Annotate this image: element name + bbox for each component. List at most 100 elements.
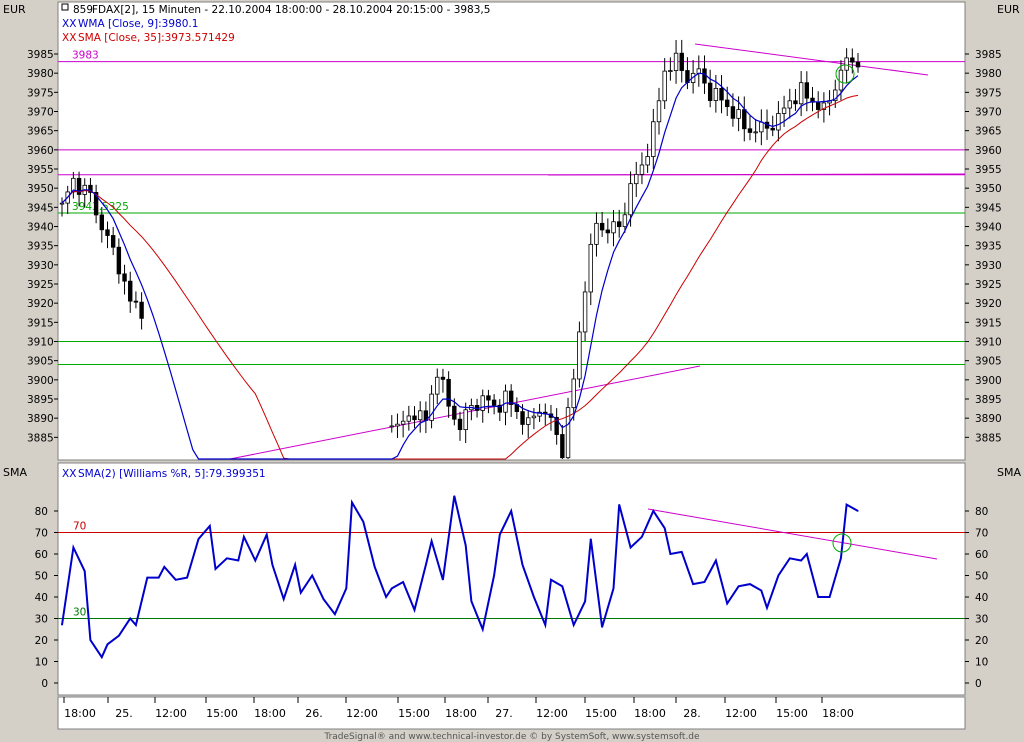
time-tick-label: 12:00 [155, 707, 187, 720]
candle-body [651, 121, 656, 157]
osc-point [692, 583, 694, 585]
osc-point [846, 503, 848, 506]
time-tick-label: 15:00 [206, 707, 238, 720]
legend-wma-marker: XX [62, 18, 76, 30]
candle-body [844, 57, 849, 71]
candle-body [412, 415, 417, 421]
osc-tick-label-right: 10 [975, 657, 988, 669]
osc-point [550, 579, 552, 581]
osc-tick-label-right: 40 [975, 592, 988, 604]
candle-body [571, 378, 576, 409]
candle-body [719, 87, 724, 101]
osc-point [146, 577, 148, 579]
candle-body [639, 164, 645, 175]
candle-body [429, 393, 434, 421]
candle-body [417, 410, 423, 421]
legend-wma-label: WMA [Close, 9]:3980.1 [78, 18, 198, 30]
osc-point [322, 598, 325, 600]
price-tick-label-left: 3980 [27, 68, 54, 80]
price-level-label: 3983 [72, 50, 99, 62]
price-tick-label-left: 3955 [27, 164, 54, 176]
time-tick-label: 12:00 [725, 707, 757, 720]
price-tick-label-right: 3910 [975, 337, 1002, 349]
price-tick-label-left: 3945 [27, 202, 54, 214]
candle-body [395, 423, 400, 427]
osc-point [669, 553, 671, 555]
candle-body [110, 235, 116, 248]
osc-point [521, 564, 524, 566]
osc-point [362, 521, 364, 523]
time-tick-label: 15:00 [398, 707, 430, 720]
price-axis-left: 3885 3890 3895 3900 3905 3910 3915 3920 3925 3930… [27, 49, 58, 444]
price-tick-label-left: 3920 [27, 298, 54, 310]
currency-label-right: EUR [997, 3, 1020, 16]
price-tick-label-right: 3940 [975, 222, 1002, 234]
osc-point [283, 598, 285, 600]
candle-body [400, 420, 406, 425]
price-tick-label-right: 3965 [975, 126, 1002, 138]
osc-point [465, 544, 467, 547]
osc-point [254, 559, 256, 562]
osc-point [197, 538, 200, 540]
candle-body [133, 300, 139, 303]
time-tick-label: 26. [305, 707, 323, 720]
candle-body [99, 214, 104, 231]
osc-point [544, 624, 546, 626]
price-tick-label-left: 3960 [27, 145, 54, 157]
osc-point [374, 566, 376, 568]
price-tick-label-right: 3930 [975, 260, 1002, 272]
osc-tick-label-left: 60 [35, 549, 48, 561]
price-tick-label-right: 3935 [975, 241, 1002, 253]
time-tick-label: 18:00 [64, 707, 96, 720]
candle-body [139, 301, 144, 319]
price-tick-label-right: 3955 [975, 164, 1002, 176]
price-tick-label-right: 3925 [975, 279, 1002, 291]
time-tick-label: 15:00 [585, 707, 617, 720]
osc-point [641, 536, 643, 538]
price-tick-label-right: 3885 [975, 432, 1002, 444]
osc-point [601, 626, 603, 628]
candle-body [679, 52, 684, 71]
osc-point [584, 600, 586, 602]
candle-body [776, 113, 781, 131]
footer-credit: TradeSignal® and www.technical-investor.… [323, 732, 700, 742]
candle-body [389, 425, 394, 428]
candle-body [816, 101, 821, 110]
candle-body [440, 376, 446, 380]
candle-body [736, 109, 741, 119]
osc-tick-label-left: 20 [35, 635, 48, 647]
price-tick-label-right: 3960 [975, 145, 1002, 157]
osc-point [664, 527, 666, 529]
price-tick-label-left: 3925 [27, 279, 54, 291]
candle-body [725, 99, 730, 108]
osc-tick-label-left: 10 [35, 657, 48, 669]
osc-point [749, 583, 751, 585]
candle-body [531, 415, 537, 419]
osc-point [766, 607, 768, 609]
osc-tick-label-right: 70 [975, 528, 988, 540]
time-tick-label: 18:00 [445, 707, 477, 720]
candle-body [656, 100, 662, 123]
oscillator-legend-marker: XX [62, 468, 76, 480]
price-tick-label-right: 3970 [975, 107, 1002, 119]
osc-point [300, 592, 302, 594]
osc-point [618, 503, 620, 506]
candle-body [491, 399, 497, 406]
price-tick-label-left: 3950 [27, 183, 54, 195]
osc-point [828, 596, 831, 598]
osc-point [817, 596, 819, 598]
oscillator-legend: XX SMA(2) [Williams %R, 5]:79.399351 [62, 468, 266, 480]
osc-point [163, 566, 165, 568]
osc-tick-label-right: 30 [975, 614, 988, 626]
osc-point [89, 639, 92, 641]
candle-body [759, 121, 764, 133]
osc-point [226, 557, 228, 559]
oscillator-panel[interactable] [57, 462, 966, 696]
candle-body [668, 70, 673, 72]
osc-point [482, 628, 484, 630]
candle-body [560, 434, 565, 459]
candle-body [457, 418, 463, 431]
price-tick-label-right: 3985 [975, 49, 1002, 61]
price-tick-label-left: 3935 [27, 241, 54, 253]
osc-point [106, 643, 109, 645]
